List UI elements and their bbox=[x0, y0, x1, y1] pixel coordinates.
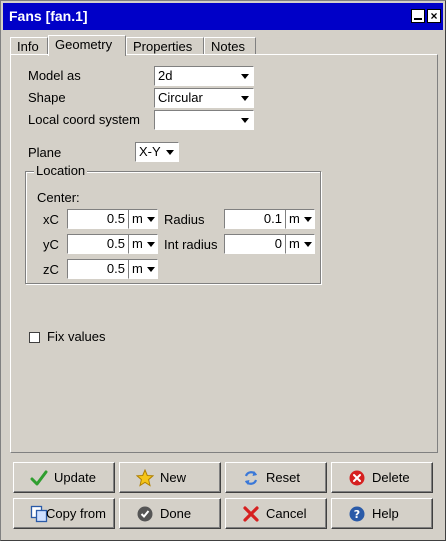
yc-label: yC bbox=[43, 237, 59, 252]
tab-notes[interactable]: Notes bbox=[204, 37, 256, 55]
done-icon bbox=[137, 506, 153, 522]
reset-arrows-icon bbox=[244, 471, 258, 485]
delete-icon bbox=[349, 470, 365, 486]
reset-button[interactable]: Reset bbox=[225, 462, 327, 493]
cancel-x-icon bbox=[243, 506, 259, 522]
shape-label: Shape bbox=[28, 90, 66, 105]
int-radius-label: Int radius bbox=[164, 237, 218, 252]
model-as-select[interactable]: 2d bbox=[154, 66, 254, 86]
close-icon[interactable]: × bbox=[427, 9, 441, 23]
tab-info[interactable]: Info bbox=[10, 37, 48, 55]
new-button[interactable]: New bbox=[119, 462, 221, 493]
chevron-down-icon[interactable] bbox=[146, 236, 156, 252]
fix-values-checkbox[interactable] bbox=[29, 332, 40, 343]
delete-button[interactable]: Delete bbox=[331, 462, 433, 493]
zc-label: zC bbox=[43, 262, 59, 277]
chevron-down-icon[interactable] bbox=[146, 261, 156, 277]
local-coord-label: Local coord system bbox=[28, 112, 140, 127]
zc-unit-select[interactable]: m bbox=[128, 259, 158, 279]
svg-text:?: ? bbox=[354, 508, 360, 521]
geometry-panel: Model as 2d Shape Circular Local coord s… bbox=[10, 54, 438, 453]
location-group: Location Center: xC 0.5 m yC 0.5 m zC 0.… bbox=[25, 163, 321, 284]
chevron-down-icon[interactable] bbox=[238, 90, 252, 106]
cancel-button[interactable]: Cancel bbox=[225, 498, 327, 529]
tab-properties[interactable]: Properties bbox=[126, 37, 204, 55]
center-label: Center: bbox=[37, 190, 80, 205]
radius-unit-select[interactable]: m bbox=[285, 209, 315, 229]
xc-label: xC bbox=[43, 212, 59, 227]
minimize-icon[interactable] bbox=[411, 9, 425, 23]
model-as-label: Model as bbox=[28, 68, 81, 83]
yc-input[interactable]: 0.5 bbox=[67, 234, 129, 254]
radius-input[interactable]: 0.1 bbox=[224, 209, 286, 229]
done-button[interactable]: Done bbox=[119, 498, 221, 529]
yc-unit-select[interactable]: m bbox=[128, 234, 158, 254]
radius-label: Radius bbox=[164, 212, 205, 227]
chevron-down-icon[interactable] bbox=[303, 236, 313, 252]
xc-unit-select[interactable]: m bbox=[128, 209, 158, 229]
help-button[interactable]: ? Help bbox=[331, 498, 433, 529]
window-title: Fans [fan.1] bbox=[9, 8, 88, 24]
local-coord-select[interactable] bbox=[154, 110, 254, 130]
plane-select[interactable]: X-Y bbox=[135, 142, 179, 162]
chevron-down-icon[interactable] bbox=[163, 144, 177, 160]
fans-dialog: Fans [fan.1] × Info Geometry Properties … bbox=[0, 0, 446, 541]
chevron-down-icon[interactable] bbox=[146, 211, 156, 227]
fix-values-label: Fix values bbox=[47, 329, 106, 344]
int-radius-input[interactable]: 0 bbox=[224, 234, 286, 254]
title-bar[interactable]: Fans [fan.1] × bbox=[3, 3, 443, 30]
location-legend: Location bbox=[34, 163, 88, 178]
chevron-down-icon[interactable] bbox=[303, 211, 313, 227]
int-radius-unit-select[interactable]: m bbox=[285, 234, 315, 254]
help-icon: ? bbox=[349, 506, 365, 522]
chevron-down-icon[interactable] bbox=[238, 112, 252, 128]
update-button[interactable]: Update bbox=[13, 462, 115, 493]
plane-label: Plane bbox=[28, 145, 62, 160]
shape-select[interactable]: Circular bbox=[154, 88, 254, 108]
tab-geometry[interactable]: Geometry bbox=[48, 35, 126, 56]
zc-input[interactable]: 0.5 bbox=[67, 259, 129, 279]
checkmark-icon bbox=[30, 470, 48, 486]
xc-input[interactable]: 0.5 bbox=[67, 209, 129, 229]
chevron-down-icon[interactable] bbox=[238, 68, 252, 84]
star-icon bbox=[136, 469, 154, 487]
copy-from-button[interactable]: Copy from bbox=[13, 498, 115, 529]
